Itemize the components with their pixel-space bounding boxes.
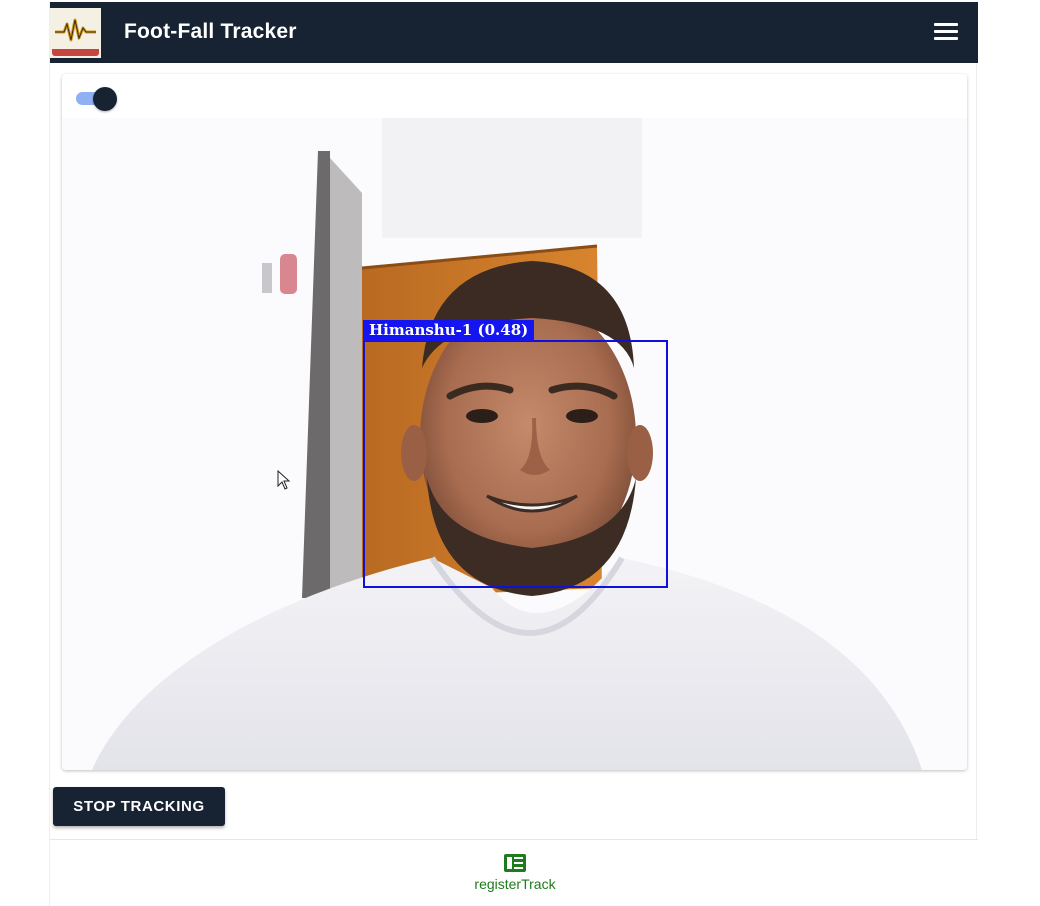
camera-card: Himanshu-1 (0.48) <box>62 74 967 770</box>
top-app-bar: Foot-Fall Tracker <box>50 2 978 63</box>
hamburger-menu-icon[interactable] <box>934 23 958 43</box>
toggle-thumb <box>93 87 117 111</box>
face-bounding-box <box>363 340 668 588</box>
mouse-cursor-icon <box>277 470 291 490</box>
camera-toggle[interactable] <box>76 87 118 111</box>
bottom-navigation: registerTrack <box>50 839 978 906</box>
nav-item-register-track[interactable]: registerTrack <box>460 850 570 900</box>
face-detection-label: Himanshu-1 (0.48) <box>363 320 535 341</box>
webcam-feed: Himanshu-1 (0.48) <box>62 118 967 770</box>
heartbeat-logo-icon <box>50 8 101 58</box>
stop-tracking-button[interactable]: STOP TRACKING <box>53 787 225 826</box>
register-list-icon <box>504 854 526 872</box>
app-container: Foot-Fall Tracker Himanshu-1 (0.48) STOP… <box>49 2 978 906</box>
nav-item-label: registerTrack <box>474 876 556 892</box>
app-title: Foot-Fall Tracker <box>124 20 297 43</box>
